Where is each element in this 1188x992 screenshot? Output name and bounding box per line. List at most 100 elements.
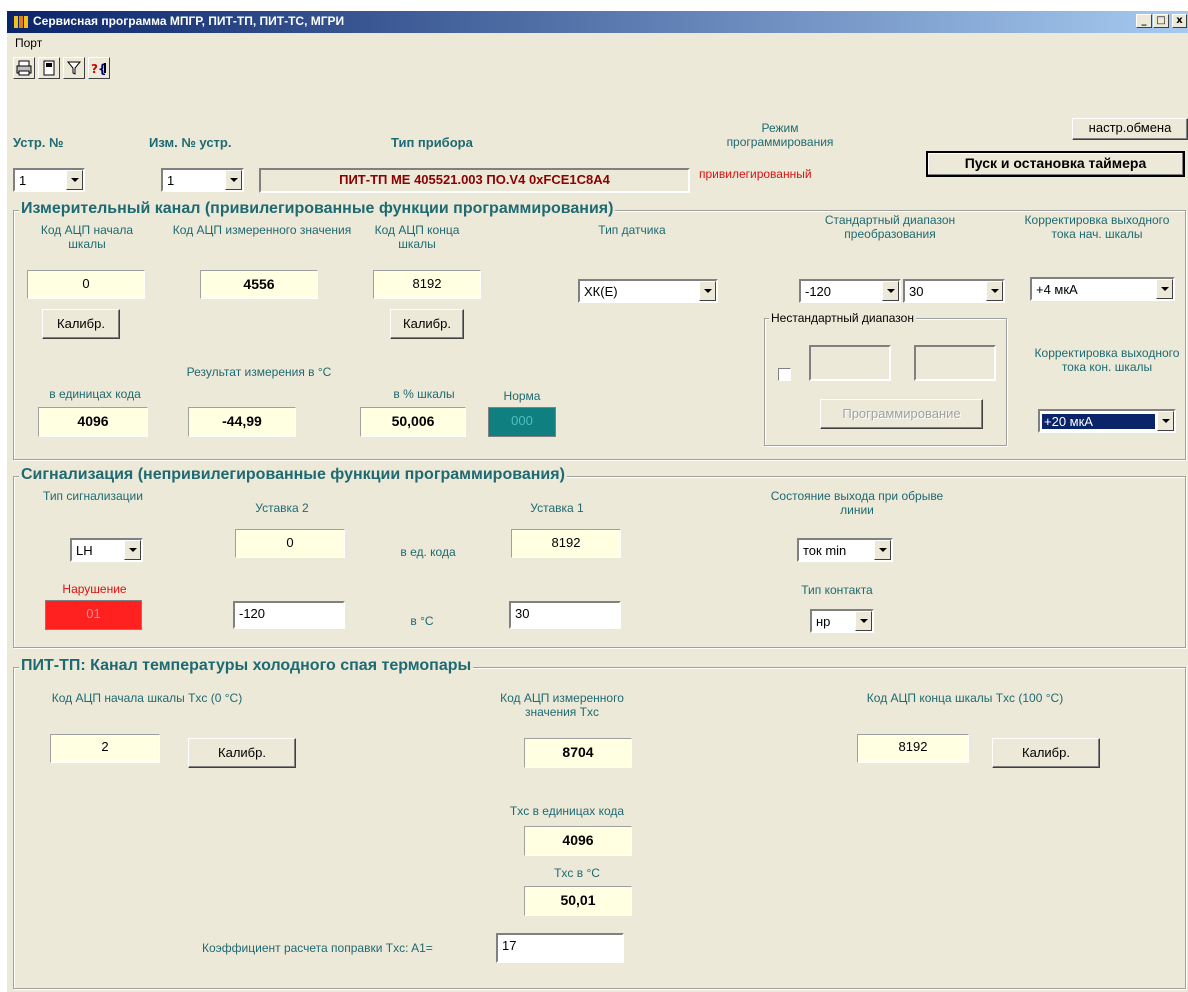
sensor-type-label: Тип датчика — [598, 223, 666, 237]
adc-start-value: 0 — [27, 270, 145, 299]
device-number-select[interactable]: 1 — [13, 168, 85, 192]
norm-label: Норма — [503, 389, 541, 403]
contact-type-label: Тип контакта — [801, 583, 873, 597]
chevron-down-icon[interactable] — [699, 281, 716, 301]
violation-label: Нарушение — [62, 582, 127, 596]
calculator-icon — [43, 60, 55, 76]
cold-adc-end-label: Код АЦП конца шкалы Txc (100 °C) — [866, 691, 1064, 705]
alarm-title: Сигнализация (непривилегированные функци… — [19, 466, 567, 484]
setpoint1-temp-input[interactable]: 30 — [509, 601, 621, 629]
chevron-down-icon[interactable] — [66, 170, 83, 190]
sensor-type-value: ХК(Е) — [584, 284, 618, 299]
txc-code-label: Txc в единицах кода — [509, 804, 625, 818]
menu-bar: Порт — [7, 33, 1188, 53]
help-button[interactable]: ? { — [88, 57, 110, 79]
chevron-down-icon[interactable] — [855, 611, 872, 631]
nonstd-range-min-input — [809, 345, 891, 381]
std-range-max-value: 30 — [909, 284, 924, 299]
percent-value: 50,006 — [360, 407, 466, 437]
in-code-label: в ед. кода — [400, 545, 456, 559]
violation-status: 01 — [45, 600, 142, 630]
result-value: -44,99 — [188, 407, 296, 437]
std-range-max-select[interactable]: 30 — [903, 279, 1005, 303]
svg-text:?: ? — [91, 62, 98, 76]
device-type-label: Тип прибора — [391, 135, 473, 150]
adc-end-label: Код АЦП конца шкалы — [374, 223, 460, 251]
sensor-type-select[interactable]: ХК(Е) — [578, 279, 718, 303]
change-number-value: 1 — [167, 173, 175, 188]
chevron-down-icon[interactable] — [882, 281, 899, 301]
setpoint2-temp-input[interactable]: -120 — [233, 601, 345, 629]
alarm-type-value: LH — [76, 543, 93, 558]
chevron-down-icon[interactable] — [124, 540, 141, 560]
coefficient-label: Коэффициент расчета поправки Txc: A1= — [202, 941, 433, 955]
std-range-label: Стандартный диапазон преобразования — [824, 213, 956, 241]
maximize-button[interactable]: □ — [1153, 14, 1169, 28]
txc-c-label: Txc в °C — [554, 866, 600, 880]
adc-measured-label: Код АЦП измеренного значения — [172, 223, 352, 237]
calculator-button[interactable] — [38, 57, 60, 79]
filter-button[interactable] — [63, 57, 85, 79]
alarm-type-select[interactable]: LH — [70, 538, 143, 562]
adc-measured-value: 4556 — [200, 270, 318, 299]
chevron-down-icon[interactable] — [986, 281, 1003, 301]
in-c-label: в °C — [410, 614, 434, 628]
std-range-min-select[interactable]: -120 — [799, 279, 901, 303]
coefficient-input[interactable]: 17 — [496, 933, 624, 963]
nonstd-range-label: Нестандартный диапазон — [769, 311, 916, 325]
menu-item-port[interactable]: Порт — [15, 36, 42, 50]
help-icon: ? { — [91, 62, 107, 76]
calibrate-start-button[interactable]: Калибр. — [42, 309, 120, 339]
timer-button[interactable]: Пуск и остановка таймера — [926, 151, 1185, 177]
cold-adc-start-value: 2 — [50, 734, 160, 763]
nonstd-range-checkbox[interactable] — [778, 368, 791, 381]
out-current-end-select[interactable]: +20 мкА — [1038, 409, 1176, 433]
app-icon — [14, 16, 28, 28]
adc-end-value: 8192 — [373, 270, 481, 299]
cold-calibrate-start-button[interactable]: Калибр. — [188, 738, 296, 768]
cold-adc-measured-label: Код АЦП измеренного значения Txc — [500, 691, 624, 719]
chevron-down-icon[interactable] — [874, 540, 891, 560]
setpoint1-label: Уставка 1 — [530, 501, 584, 515]
title-bar[interactable]: Сервисная программа МПГР, ПИТ-ТП, ПИТ-ТС… — [7, 11, 1188, 33]
minimize-button[interactable]: _ — [1136, 14, 1152, 28]
calibrate-end-button[interactable]: Калибр. — [390, 309, 464, 339]
break-state-select[interactable]: ток min — [797, 538, 893, 562]
device-number-label: Устр. № — [13, 135, 64, 150]
out-current-start-value: +4 мкА — [1036, 282, 1078, 297]
chevron-down-icon[interactable] — [1157, 411, 1174, 431]
cold-adc-end-value: 8192 — [857, 734, 969, 763]
cold-adc-start-label: Код АЦП начала шкалы Txc (0 °C) — [51, 691, 243, 705]
exchange-settings-button[interactable]: настр.обмена — [1072, 118, 1188, 140]
app-window: Сервисная программа МПГР, ПИТ-ТП, ПИТ-ТС… — [6, 10, 1188, 992]
window-title: Сервисная программа МПГР, ПИТ-ТП, ПИТ-ТС… — [33, 14, 345, 28]
change-number-label: Изм. № устр. — [149, 135, 232, 150]
percent-label: в % шкалы — [393, 387, 455, 401]
filter-icon — [66, 61, 82, 75]
out-current-end-value: +20 мкА — [1042, 414, 1155, 429]
cold-adc-measured-value: 8704 — [524, 738, 632, 768]
txc-c-value: 50,01 — [524, 886, 632, 916]
device-type-value: ПИТ-ТП МЕ 405521.003 ПО.V4 0xFCE1C8A4 — [259, 168, 690, 193]
break-state-value: ток min — [803, 543, 847, 558]
cold-junction-title: ПИТ-ТП: Канал температуры холодного спая… — [19, 657, 474, 675]
out-current-start-select[interactable]: +4 мкА — [1030, 277, 1175, 301]
mode-label: Режим программирования — [726, 121, 834, 149]
chevron-down-icon[interactable] — [225, 170, 242, 190]
txc-code-value: 4096 — [524, 826, 632, 856]
cold-calibrate-end-button[interactable]: Калибр. — [992, 738, 1100, 768]
break-state-label: Состояние выхода при обрыве линии — [770, 489, 944, 517]
mode-value: привилегированный — [699, 167, 812, 181]
print-button[interactable] — [13, 57, 35, 79]
setpoint1-code-value: 8192 — [511, 529, 621, 558]
code-units-label: в единицах кода — [49, 387, 141, 401]
measurement-channel-title: Измерительный канал (привилегированные ф… — [19, 200, 616, 218]
close-button[interactable]: x — [1172, 14, 1187, 28]
code-units-value: 4096 — [38, 407, 148, 437]
adc-start-label: Код АЦП начала шкалы — [40, 223, 134, 251]
chevron-down-icon[interactable] — [1156, 279, 1173, 299]
change-number-select[interactable]: 1 — [161, 168, 244, 192]
nonstd-range-max-input — [914, 345, 996, 381]
alarm-type-label: Тип сигнализации — [43, 489, 143, 503]
contact-type-select[interactable]: нр — [810, 609, 874, 633]
